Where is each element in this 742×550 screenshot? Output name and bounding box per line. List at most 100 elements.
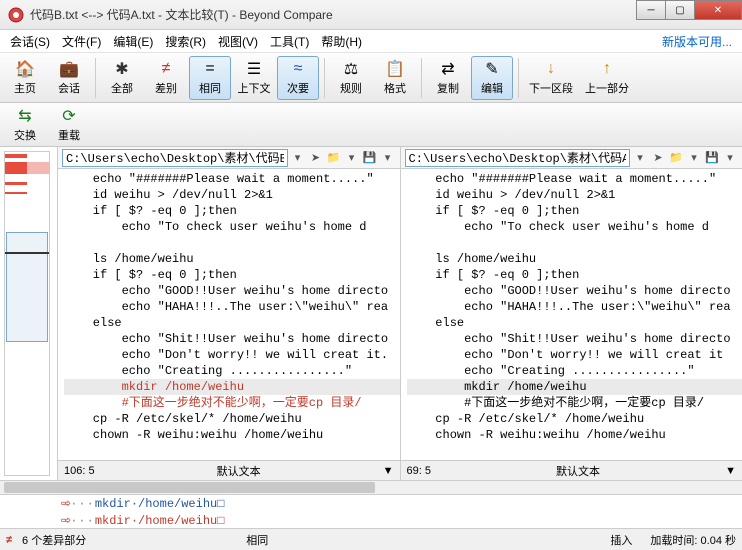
- same-button[interactable]: =相同: [189, 56, 231, 100]
- rules-button[interactable]: ⚖规则: [330, 56, 372, 100]
- code-line[interactable]: echo "#######Please wait a moment.....": [64, 171, 400, 187]
- menu-file[interactable]: 文件(F): [56, 31, 107, 52]
- minimize-button[interactable]: ─: [636, 0, 666, 20]
- goto-icon[interactable]: ➤: [308, 150, 324, 166]
- left-pane-status: 106: 5 默认文本 ▼: [58, 460, 400, 480]
- code-line[interactable]: echo "HAHA!!!..The user:\"weihu\" rea: [64, 299, 400, 315]
- goto-icon[interactable]: ➤: [650, 150, 666, 166]
- code-line[interactable]: echo "GOOD!!User weihu's home directo: [407, 283, 742, 299]
- not-equal-icon: ≠: [162, 60, 171, 78]
- left-pane: ▾ ➤ 📁 ▾ 💾 ▾ echo "#######Please wait a m…: [58, 147, 400, 480]
- code-line[interactable]: ls /home/weihu: [407, 251, 742, 267]
- code-line[interactable]: echo "Creating ................": [407, 363, 742, 379]
- dropdown-icon[interactable]: ▾: [290, 150, 306, 166]
- main-toolbar: 🏠主页 💼会话 ✱全部 ≠差别 =相同 ☰上下文 ≈次要 ⚖规则 📋格式 ⇄复制…: [0, 53, 742, 103]
- save-icon[interactable]: 💾: [362, 150, 378, 166]
- right-path-input[interactable]: [405, 149, 631, 167]
- folder-icon[interactable]: 📁: [326, 150, 342, 166]
- code-line[interactable]: echo "Shit!!User weihu's home directo: [407, 331, 742, 347]
- left-cursor-pos: 106: 5: [64, 465, 95, 477]
- close-button[interactable]: ✕: [694, 0, 742, 20]
- left-code-view[interactable]: echo "#######Please wait a moment....." …: [58, 169, 400, 460]
- diff-count: 6 个差异部分: [22, 532, 86, 548]
- code-line[interactable]: id weihu > /dev/null 2>&1: [407, 187, 742, 203]
- dropdown-icon[interactable]: ▾: [686, 150, 702, 166]
- code-line[interactable]: echo "Don't worry!! we will creat it: [407, 347, 742, 363]
- code-line[interactable]: else: [407, 315, 742, 331]
- code-line[interactable]: id weihu > /dev/null 2>&1: [64, 187, 400, 203]
- context-button[interactable]: ☰上下文: [233, 56, 275, 100]
- code-line[interactable]: if [ $? -eq 0 ];then: [407, 267, 742, 283]
- code-line[interactable]: #下面这一步绝对不能少啊，一定要cp 目录/: [407, 395, 742, 411]
- reload-button[interactable]: ⟳重载: [48, 103, 90, 147]
- folder-icon[interactable]: 📁: [668, 150, 684, 166]
- format-icon: 📋: [385, 60, 405, 78]
- diff-line-text: mkdir·/home/weihu□: [95, 497, 225, 511]
- code-line[interactable]: if [ $? -eq 0 ];then: [64, 267, 400, 283]
- context-label: 上下文: [238, 80, 271, 96]
- dropdown-icon[interactable]: ▾: [632, 150, 648, 166]
- right-code-view[interactable]: echo "#######Please wait a moment....." …: [401, 169, 742, 460]
- minor-button[interactable]: ≈次要: [277, 56, 319, 100]
- diff-line-bottom: ⇨ ····mkdir·/home/weihu□: [0, 512, 742, 529]
- code-line[interactable]: cp -R /etc/skel/* /home/weihu: [64, 411, 400, 427]
- save-icon[interactable]: 💾: [704, 150, 720, 166]
- code-line[interactable]: [407, 235, 742, 251]
- menu-view[interactable]: 视图(V): [212, 31, 264, 52]
- code-line[interactable]: if [ $? -eq 0 ];then: [64, 203, 400, 219]
- menu-tools[interactable]: 工具(T): [264, 31, 315, 52]
- code-line[interactable]: echo "Creating ................": [64, 363, 400, 379]
- code-line[interactable]: [64, 235, 400, 251]
- left-path-bar: ▾ ➤ 📁 ▾ 💾 ▾: [58, 147, 400, 169]
- code-line[interactable]: echo "HAHA!!!..The user:\"weihu\" rea: [407, 299, 742, 315]
- toolbar-separator: [421, 58, 422, 98]
- copy-button[interactable]: ⇄复制: [427, 56, 469, 100]
- dropdown-icon[interactable]: ▼: [383, 465, 394, 477]
- swap-button[interactable]: ⇆交换: [4, 103, 46, 147]
- code-line[interactable]: echo "To check user weihu's home d: [407, 219, 742, 235]
- dropdown-icon[interactable]: ▾: [344, 150, 360, 166]
- swap-icon: ⇆: [18, 107, 31, 125]
- prev-section-button[interactable]: ↑上一部分: [580, 56, 634, 100]
- dropdown-icon[interactable]: ▼: [725, 465, 736, 477]
- diff-button[interactable]: ≠差别: [145, 56, 187, 100]
- code-line[interactable]: echo "GOOD!!User weihu's home directo: [64, 283, 400, 299]
- code-line[interactable]: if [ $? -eq 0 ];then: [407, 203, 742, 219]
- code-line[interactable]: echo "Shit!!User weihu's home directo: [64, 331, 400, 347]
- home-icon: 🏠: [15, 60, 35, 78]
- code-line[interactable]: mkdir /home/weihu: [64, 379, 400, 395]
- code-line[interactable]: else: [64, 315, 400, 331]
- code-line[interactable]: chown -R weihu:weihu /home/weihu: [64, 427, 400, 443]
- code-line[interactable]: echo "To check user weihu's home d: [64, 219, 400, 235]
- code-line[interactable]: chown -R weihu:weihu /home/weihu: [407, 427, 742, 443]
- horizontal-scrollbar[interactable]: [0, 480, 742, 494]
- code-line[interactable]: #下面这一步绝对不能少啊，一定要cp 目录/: [64, 395, 400, 411]
- insert-mode: 插入: [610, 532, 632, 548]
- rules-icon: ⚖: [344, 60, 358, 78]
- code-line[interactable]: echo "#######Please wait a moment.....": [407, 171, 742, 187]
- format-button[interactable]: 📋格式: [374, 56, 416, 100]
- menu-edit[interactable]: 编辑(E): [107, 31, 159, 52]
- menu-session[interactable]: 会话(S): [4, 31, 56, 52]
- dropdown-icon[interactable]: ▾: [380, 150, 396, 166]
- session-button[interactable]: 💼会话: [48, 56, 90, 100]
- dropdown-icon[interactable]: ▾: [722, 150, 738, 166]
- maximize-button[interactable]: ▢: [665, 0, 695, 20]
- edit-button[interactable]: ✎编辑: [471, 56, 513, 100]
- code-line[interactable]: mkdir /home/weihu: [407, 379, 742, 395]
- update-link[interactable]: 新版本可用...: [662, 33, 738, 50]
- toolbar-separator: [95, 58, 96, 98]
- app-icon: [8, 7, 24, 23]
- code-line[interactable]: echo "Don't worry!! we will creat it.: [64, 347, 400, 363]
- compare-area: ▾ ➤ 📁 ▾ 💾 ▾ echo "#######Please wait a m…: [0, 147, 742, 480]
- left-path-input[interactable]: [62, 149, 288, 167]
- menu-search[interactable]: 搜索(R): [159, 31, 212, 52]
- right-path-bar: ▾ ➤ 📁 ▾ 💾 ▾: [401, 147, 742, 169]
- thumbnail-strip[interactable]: [0, 147, 57, 480]
- next-section-button[interactable]: ↓下一区段: [524, 56, 578, 100]
- all-button[interactable]: ✱全部: [101, 56, 143, 100]
- home-button[interactable]: 🏠主页: [4, 56, 46, 100]
- menu-help[interactable]: 帮助(H): [315, 31, 368, 52]
- code-line[interactable]: ls /home/weihu: [64, 251, 400, 267]
- code-line[interactable]: cp -R /etc/skel/* /home/weihu: [407, 411, 742, 427]
